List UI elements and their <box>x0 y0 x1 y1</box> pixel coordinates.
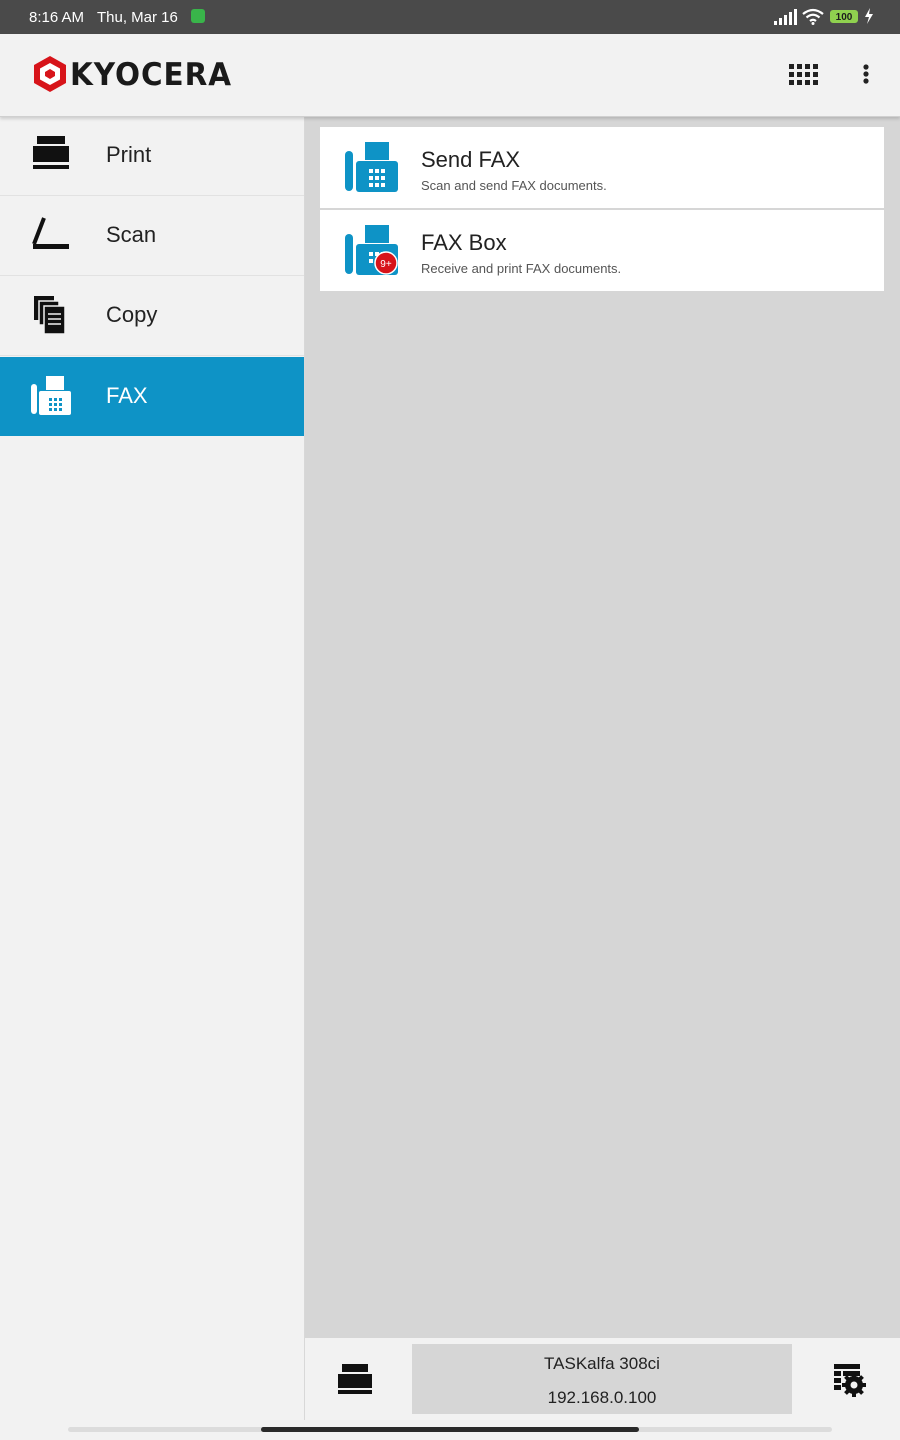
scanner-icon <box>32 217 69 249</box>
sidebar-item-fax[interactable]: FAX <box>0 357 304 436</box>
card-title: Send FAX <box>421 147 521 172</box>
sidebar-item-label: FAX <box>106 383 148 408</box>
printer-icon <box>33 136 69 169</box>
sidebar-item-scan[interactable]: Scan <box>0 196 304 276</box>
home-handle[interactable] <box>261 1427 639 1432</box>
kyocera-logo-icon <box>34 56 66 92</box>
unread-badge: 9+ <box>380 259 392 270</box>
sidebar: Print Scan Copy FAX <box>0 116 305 1420</box>
fax-box-card[interactable]: 9+ FAX Box Receive and print FAX documen… <box>320 210 884 291</box>
status-bar: 8:16 AM Thu, Mar 16 100 <box>0 0 900 34</box>
status-time: 8:16 AM <box>29 9 85 26</box>
send-fax-card[interactable]: Send FAX Scan and send FAX documents. <box>320 127 884 208</box>
card-description: Scan and send FAX documents. <box>421 178 607 193</box>
fax-icon <box>31 376 71 415</box>
fax-icon <box>345 142 398 192</box>
card-title: FAX Box <box>421 230 507 255</box>
gesture-nav-bar <box>0 1420 900 1440</box>
device-bar: TASKalfa 308ci 192.168.0.100 <box>305 1338 900 1420</box>
device-settings-button[interactable] <box>831 1362 869 1398</box>
battery-icon: 100 <box>830 10 858 23</box>
wifi-icon <box>802 8 824 25</box>
notification-icon <box>191 9 205 23</box>
app-bar: KYOCERA <box>0 34 900 117</box>
device-name: TASKalfa 308ci <box>544 1354 660 1373</box>
sidebar-item-label: Print <box>106 142 152 167</box>
printer-button[interactable] <box>335 1362 375 1398</box>
sidebar-item-label: Copy <box>106 302 158 327</box>
fax-icon: 9+ <box>345 225 398 275</box>
signal-icon <box>774 9 797 25</box>
card-description: Receive and print FAX documents. <box>421 261 622 276</box>
status-date: Thu, Mar 16 <box>97 9 178 26</box>
fax-content-panel: Send FAX Scan and send FAX documents. 9+… <box>305 116 900 1338</box>
brand-name: KYOCERA <box>70 57 232 93</box>
device-settings-icon <box>834 1364 866 1397</box>
apps-button[interactable] <box>786 60 822 92</box>
sidebar-item-print[interactable]: Print <box>0 116 304 196</box>
device-ip: 192.168.0.100 <box>547 1388 657 1407</box>
selected-device[interactable]: TASKalfa 308ci 192.168.0.100 <box>412 1344 792 1414</box>
more-vert-icon <box>863 64 869 84</box>
overflow-menu-button[interactable] <box>856 60 876 92</box>
sidebar-item-label: Scan <box>106 222 157 247</box>
charging-icon <box>865 8 873 24</box>
grid-icon <box>789 64 818 85</box>
sidebar-item-copy[interactable]: Copy <box>0 276 304 356</box>
printer-icon <box>338 1364 372 1394</box>
copy-icon <box>34 296 66 335</box>
